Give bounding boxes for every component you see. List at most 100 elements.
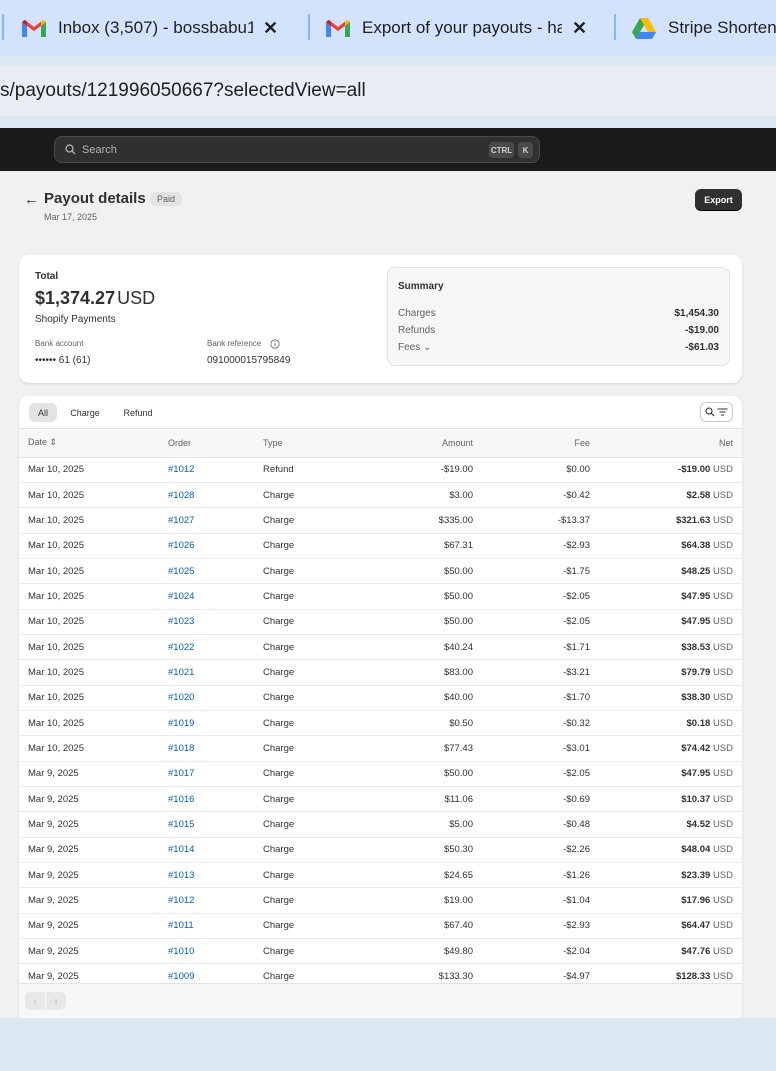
cell-order-link[interactable]: #1017 (159, 761, 254, 787)
cell-type: Charge (254, 913, 349, 940)
cell-net: $47.95 USD (599, 609, 742, 635)
search-input[interactable]: Search CTRL K (54, 136, 540, 163)
filter-tab-all[interactable]: All (29, 403, 57, 422)
cell-date: Mar 10, 2025 (19, 735, 159, 762)
table-row[interactable]: Mar 10, 2025 #1019 Charge $0.50 -$0.32 $0.18 … (19, 710, 742, 737)
cell-order-link[interactable]: #1010 (159, 938, 254, 965)
net-currency: USD (712, 666, 733, 678)
cell-order-link[interactable]: #1019 (159, 710, 254, 737)
cell-order-link[interactable]: #1016 (159, 786, 254, 813)
net-value: $79.79 (681, 666, 711, 678)
cell-order-link[interactable]: #1020 (159, 685, 254, 711)
table-row[interactable]: Mar 9, 2025 #1016 Charge $11.06 -$0.69 $10.37… (19, 786, 742, 813)
cell-order-link[interactable]: #1028 (159, 482, 254, 509)
cell-net: $17.96 USD (599, 887, 742, 914)
cell-date: Mar 10, 2025 (19, 609, 159, 635)
tab-close-icon[interactable]: ✕ (263, 18, 278, 39)
table-row[interactable]: Mar 10, 2025 #1023 Charge $50.00 -$2.05 $47.9… (19, 609, 742, 635)
cell-fee: -$0.32 (482, 710, 599, 737)
cell-order-link[interactable]: #1027 (159, 507, 254, 534)
cell-amount: $77.43 (349, 735, 482, 762)
table-row[interactable]: Mar 10, 2025 #1020 Charge $40.00 -$1.70 $38.3… (19, 685, 742, 711)
cell-date: Mar 9, 2025 (19, 938, 159, 965)
table-row[interactable]: Mar 9, 2025 #1011 Charge $67.40 -$2.93 $64.47… (19, 913, 742, 940)
cell-type: Charge (254, 735, 349, 762)
cell-net: $2.58 USD (599, 482, 742, 509)
cell-order-link[interactable]: #1012 (159, 887, 254, 914)
browser-tab-export[interactable]: Export of your payouts - ha ✕ (326, 8, 598, 48)
cell-net: -$19.00 USD (599, 457, 742, 483)
address-bar[interactable]: s/payouts/121996050667?selectedView=all (0, 66, 776, 116)
export-button[interactable]: Export (695, 189, 742, 210)
filter-tab-refund[interactable]: Refund (116, 403, 160, 422)
cell-order-link[interactable]: #1025 (159, 558, 254, 585)
cell-order-link[interactable]: #1011 (159, 913, 254, 940)
table-row[interactable]: Mar 9, 2025 #1014 Charge $50.30 -$2.26 $48.04… (19, 837, 742, 864)
cell-type: Charge (254, 761, 349, 787)
previous-page-button[interactable]: ‹ (25, 992, 45, 1010)
net-currency: USD (712, 616, 733, 628)
net-value: $48.04 (681, 844, 711, 856)
net-value: $17.96 (681, 895, 711, 907)
total-amount: $1,374.27 USD (35, 288, 155, 309)
next-page-button[interactable]: › (46, 992, 66, 1010)
table-row[interactable]: Mar 9, 2025 #1010 Charge $49.80 -$2.04 $47.76… (19, 938, 742, 965)
browser-tab-inbox[interactable]: Inbox (3,507) - bossbabu12 ✕ (22, 8, 294, 48)
cell-order-link[interactable]: #1021 (159, 659, 254, 686)
cell-order-link[interactable]: #1013 (159, 862, 254, 889)
pagination: ‹ › (19, 983, 742, 1018)
filter-icon (717, 408, 728, 416)
cell-amount: $5.00 (349, 811, 482, 838)
cell-order-link[interactable]: #1022 (159, 634, 254, 661)
back-arrow-icon[interactable]: ← (24, 191, 39, 208)
table-row[interactable]: Mar 9, 2025 #1013 Charge $24.65 -$1.26 $23.39… (19, 862, 742, 889)
cell-date: Mar 10, 2025 (19, 685, 159, 711)
cell-order-link[interactable]: #1024 (159, 583, 254, 610)
search-filter-button[interactable] (700, 402, 733, 422)
table-row[interactable]: Mar 10, 2025 #1022 Charge $40.24 -$1.71 $38.5… (19, 634, 742, 661)
cell-net: $79.79 USD (599, 659, 742, 686)
browser-tab-drive[interactable]: Stripe Shorten (632, 8, 776, 48)
cell-order-link[interactable]: #1018 (159, 735, 254, 762)
net-value: $47.95 (681, 590, 711, 602)
table-row[interactable]: Mar 10, 2025 #1025 Charge $50.00 -$1.75 $48.2… (19, 558, 742, 585)
net-value: $38.30 (681, 692, 711, 704)
shortcut-k: K (518, 142, 533, 158)
cell-fee: -$1.04 (482, 887, 599, 914)
total-amount-value: $1,374.27 (35, 288, 116, 308)
cell-type: Charge (254, 533, 349, 559)
cell-amount: $335.00 (349, 507, 482, 534)
table-row[interactable]: Mar 10, 2025 #1018 Charge $77.43 -$3.01 $74.4… (19, 735, 742, 762)
table-row[interactable]: Mar 10, 2025 #1028 Charge $3.00 -$0.42 $2.58 … (19, 482, 742, 509)
table-row[interactable]: Mar 9, 2025 #1017 Charge $50.00 -$2.05 $47.95… (19, 761, 742, 787)
tab-close-icon[interactable]: ✕ (572, 18, 587, 39)
cell-net: $48.25 USD (599, 558, 742, 585)
filter-tab-charge[interactable]: Charge (64, 403, 106, 422)
info-icon[interactable] (270, 339, 280, 349)
cell-order-link[interactable]: #1014 (159, 837, 254, 864)
table-row[interactable]: Mar 10, 2025 #1026 Charge $67.31 -$2.93 $64.3… (19, 533, 742, 559)
cell-amount: $49.80 (349, 938, 482, 965)
cell-type: Charge (254, 507, 349, 534)
column-header-date[interactable]: Date ⇕ (19, 429, 159, 458)
net-value: $321.63 (675, 514, 711, 526)
cell-date: Mar 9, 2025 (19, 811, 159, 838)
table-row[interactable]: Mar 9, 2025 #1012 Charge $19.00 -$1.04 $17.96… (19, 887, 742, 914)
cell-order-link[interactable]: #1023 (159, 609, 254, 635)
table-row[interactable]: Mar 10, 2025 #1024 Charge $50.00 -$2.05 $47.9… (19, 583, 742, 610)
cell-net: $47.76 USD (599, 938, 742, 965)
table-row[interactable]: Mar 10, 2025 #1021 Charge $83.00 -$3.21 $79.7… (19, 659, 742, 686)
cell-amount: $40.00 (349, 685, 482, 711)
cell-net: $47.95 USD (599, 761, 742, 787)
cell-order-link[interactable]: #1015 (159, 811, 254, 838)
table-row[interactable]: Mar 10, 2025 #1027 Charge $335.00 -$13.37 $32… (19, 507, 742, 534)
net-value: -$19.00 (678, 464, 711, 476)
table-row[interactable]: Mar 10, 2025 #1012 Refund -$19.00 $0.00 -$19.… (19, 457, 742, 483)
cell-amount: $11.06 (349, 786, 482, 813)
cell-date: Mar 9, 2025 (19, 862, 159, 889)
tab-title: Inbox (3,507) - bossbabu12 (58, 18, 253, 37)
summary-row-fees[interactable]: Fees ⌄ -$61.03 (398, 342, 719, 353)
cell-order-link[interactable]: #1026 (159, 533, 254, 559)
cell-order-link[interactable]: #1012 (159, 457, 254, 483)
table-row[interactable]: Mar 9, 2025 #1015 Charge $5.00 -$0.48 $4.52 U… (19, 811, 742, 838)
